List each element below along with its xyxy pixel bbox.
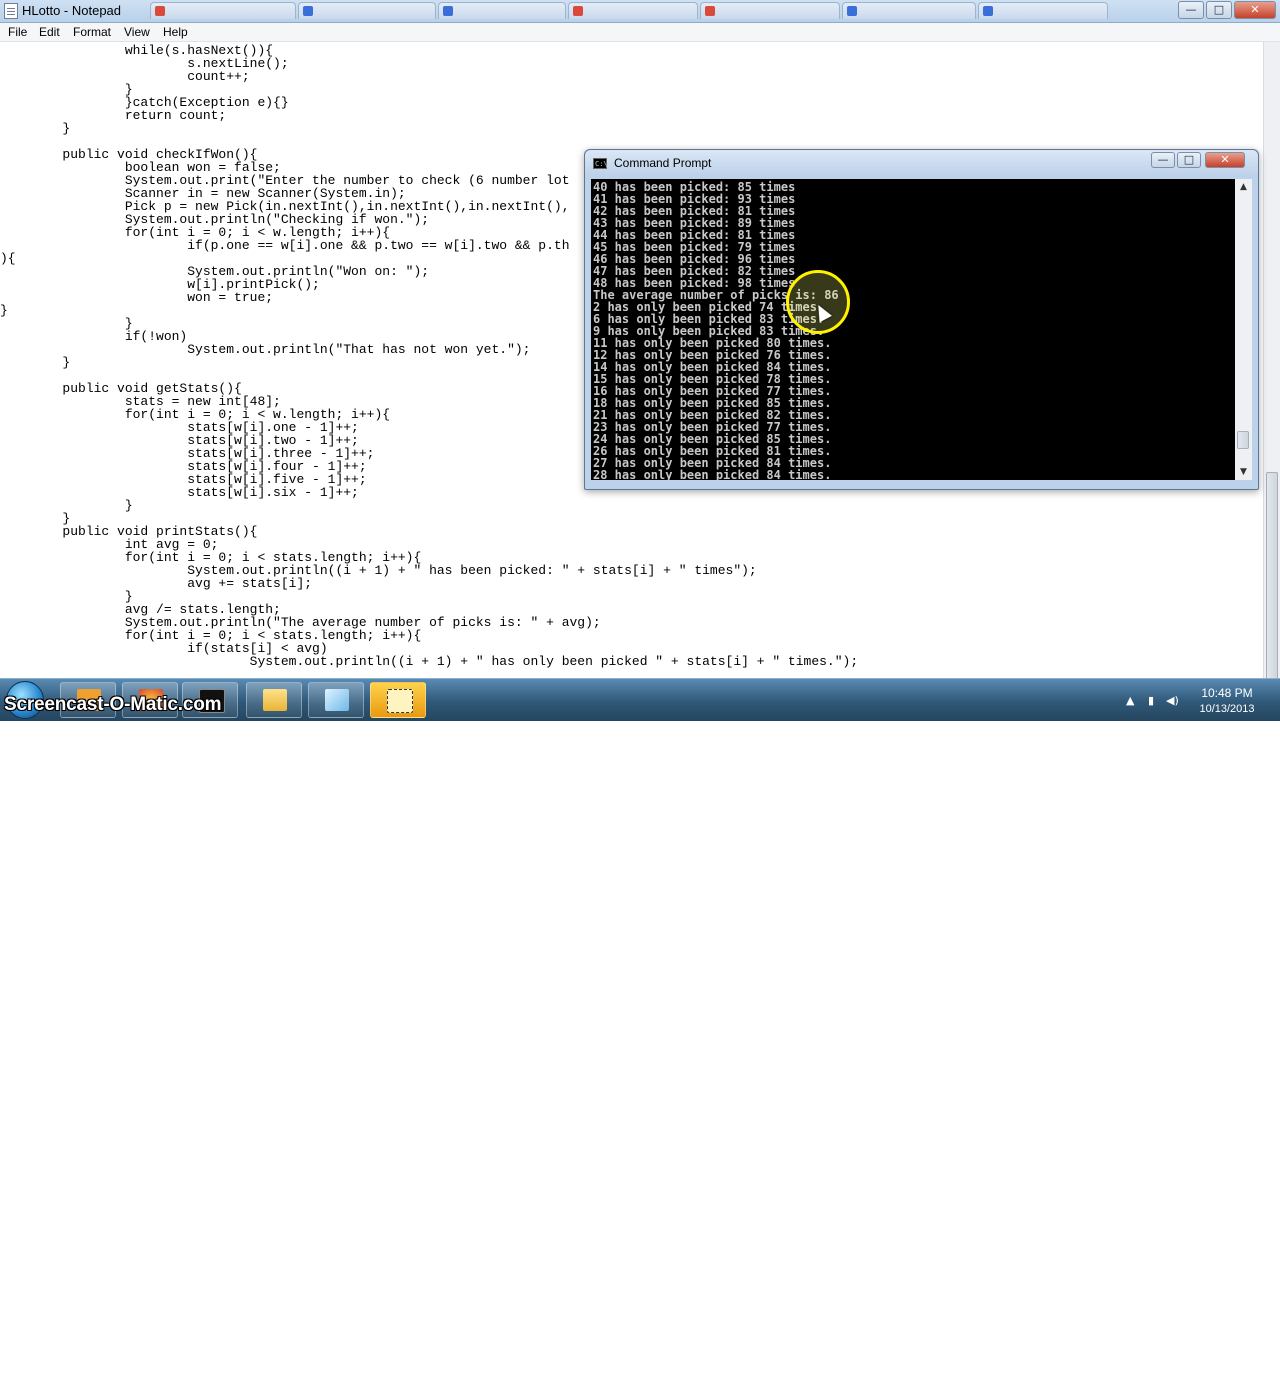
folder-icon bbox=[263, 689, 287, 711]
menu-view[interactable]: View bbox=[124, 25, 150, 39]
console-line: 28 has only been picked 84 times. bbox=[593, 468, 832, 480]
background-tab[interactable] bbox=[568, 2, 698, 19]
notepad-icon bbox=[325, 689, 349, 711]
app-icon bbox=[705, 6, 715, 16]
app-icon bbox=[983, 6, 993, 16]
app-icon bbox=[303, 6, 313, 16]
menu-format[interactable]: Format bbox=[73, 25, 111, 39]
cursor-highlight-ring bbox=[786, 270, 850, 334]
console-scrollbar[interactable]: ▲ ▼ bbox=[1235, 179, 1252, 480]
clock-time[interactable]: 10:48 PM bbox=[1192, 686, 1262, 700]
show-hidden-icon[interactable]: ▲ bbox=[1126, 694, 1134, 707]
window-title: HLotto - Notepad bbox=[22, 3, 122, 18]
background-tab[interactable] bbox=[150, 2, 296, 19]
console-scroll-thumb[interactable] bbox=[1237, 431, 1249, 449]
network-icon[interactable]: ▮ bbox=[1148, 694, 1154, 707]
recorder-icon bbox=[387, 689, 413, 713]
scroll-down-arrow-icon[interactable]: ▼ bbox=[1235, 464, 1252, 480]
background-window-tabs bbox=[150, 2, 1110, 20]
menu-file[interactable]: File bbox=[8, 25, 27, 39]
show-desktop-button[interactable] bbox=[1266, 1358, 1280, 1399]
taskbar-recorder-button[interactable] bbox=[370, 682, 426, 718]
code-line: } bbox=[0, 355, 71, 370]
taskbar-explorer-button[interactable] bbox=[246, 682, 302, 718]
background-tab[interactable] bbox=[298, 2, 436, 19]
notepad-close-button[interactable]: ✕ bbox=[1234, 1, 1276, 19]
notepad-maximize-button[interactable]: □ bbox=[1206, 1, 1232, 19]
menu-help[interactable]: Help bbox=[163, 25, 188, 39]
code-line: won = true; bbox=[0, 290, 274, 305]
background-tab[interactable] bbox=[438, 2, 566, 19]
background-tab[interactable] bbox=[700, 2, 840, 19]
menu-edit[interactable]: Edit bbox=[39, 25, 60, 39]
code-line: System.out.println("That has not won yet… bbox=[0, 342, 531, 357]
notepad-title-bar[interactable]: HLotto - Notepad — □ ✕ bbox=[0, 0, 1280, 23]
command-prompt-window[interactable]: C:\ Command Prompt — □ ✕ 40 has been pic… bbox=[584, 149, 1259, 490]
clock-date[interactable]: 10/13/2013 bbox=[1192, 703, 1262, 715]
command-prompt-title: Command Prompt bbox=[614, 156, 712, 170]
notepad-minimize-button[interactable]: — bbox=[1178, 1, 1204, 19]
background-tab[interactable] bbox=[978, 2, 1108, 19]
taskbar-notepad-button[interactable] bbox=[308, 682, 364, 718]
cmd-minimize-button[interactable]: — bbox=[1151, 152, 1175, 168]
console-icon: C:\ bbox=[593, 158, 608, 169]
console-output[interactable]: 40 has been picked: 85 times 41 has been… bbox=[591, 179, 1235, 480]
speaker-icon[interactable]: ◀) bbox=[1166, 694, 1179, 707]
notepad-vertical-scrollbar[interactable] bbox=[1263, 42, 1280, 684]
app-icon bbox=[443, 6, 453, 16]
scroll-up-arrow-icon[interactable]: ▲ bbox=[1235, 179, 1252, 195]
screencast-watermark: Screencast-O-Matic.com bbox=[4, 694, 222, 715]
code-line: System.out.println((i + 1) + " has only … bbox=[0, 654, 859, 669]
app-icon bbox=[155, 6, 165, 16]
command-prompt-title-bar[interactable]: C:\ Command Prompt — □ ✕ bbox=[585, 150, 1258, 176]
app-icon bbox=[573, 6, 583, 16]
cmd-close-button[interactable]: ✕ bbox=[1205, 152, 1245, 168]
notepad-icon[interactable] bbox=[4, 3, 18, 19]
app-icon bbox=[847, 6, 857, 16]
notepad-scroll-thumb[interactable] bbox=[1266, 472, 1278, 684]
code-line: if(p.one == w[i].one && p.two == w[i].tw… bbox=[0, 238, 570, 253]
code-line: } bbox=[0, 121, 71, 136]
background-tab[interactable] bbox=[842, 2, 976, 19]
menu-bar: File Edit Format View Help bbox=[0, 23, 1280, 42]
cmd-maximize-button[interactable]: □ bbox=[1177, 152, 1201, 168]
